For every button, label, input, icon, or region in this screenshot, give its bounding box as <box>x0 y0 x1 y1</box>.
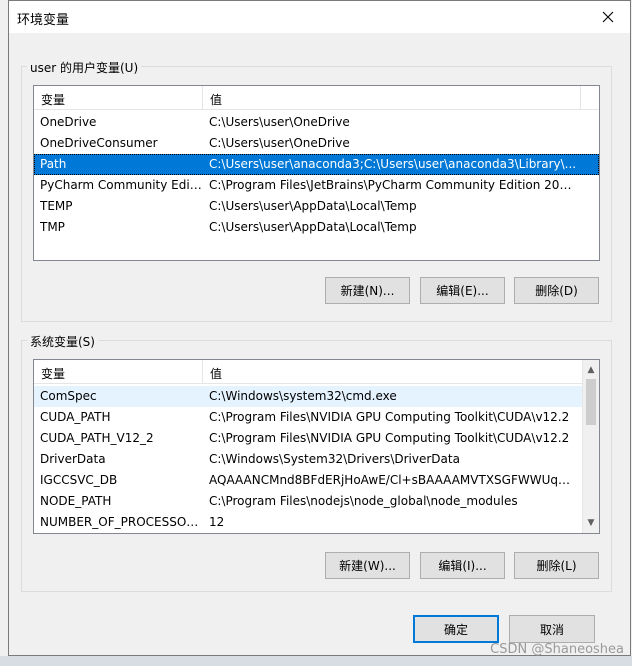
variable-name: TEMP <box>40 199 73 213</box>
column-header-value[interactable]: 值 <box>210 365 222 382</box>
variable-value: C:\Users\user\AppData\Local\Temp <box>209 199 417 213</box>
watermark: CSDN @Shaneoshea <box>490 642 624 657</box>
chevron-up-icon[interactable]: ▲ <box>583 362 599 378</box>
variable-value: AQAAANCMnd8BFdERjHoAwE/Cl+sBAAAAMVTXSGFW… <box>209 473 577 487</box>
system-variables-list[interactable]: 变量 值 ComSpec C:\Windows\system32\cmd.exe C… <box>33 359 600 534</box>
variable-name: DriverData <box>40 452 106 466</box>
variable-value: 12 <box>209 515 225 529</box>
variable-value: C:\Users\user\AppData\Local\Temp <box>209 220 417 234</box>
dialog-title: 环境变量 <box>17 13 70 28</box>
variable-name: OneDrive <box>40 115 97 129</box>
user-variables-list[interactable]: 变量 值 OneDrive C:\Users\user\OneDrive OneDr… <box>33 85 600 261</box>
variable-value: C:\Users\user\anaconda3;C:\Users\user\an… <box>209 157 577 171</box>
variable-value: C:\Program Files\JetBrains\PyCharm Commu… <box>209 178 577 192</box>
user-new-button[interactable]: 新建(N)... <box>325 277 410 304</box>
variable-value: C:\Windows\system32\cmd.exe <box>209 389 397 403</box>
table-row[interactable]: TMP C:\Users\user\AppData\Local\Temp <box>34 217 599 238</box>
cancel-button[interactable]: 取消 <box>509 615 595 643</box>
table-row[interactable]: DriverData C:\Windows\System32\Drivers\Dr… <box>34 449 582 470</box>
scrollbar-thumb[interactable] <box>586 379 596 425</box>
table-row[interactable]: OneDrive C:\Users\user\OneDrive <box>34 112 599 133</box>
table-row[interactable]: TEMP C:\Users\user\AppData\Local\Temp <box>34 196 599 217</box>
system-list-header: 变量 值 <box>34 360 599 384</box>
system-new-button[interactable]: 新建(W)... <box>325 552 410 579</box>
variable-value: C:\Users\user\OneDrive <box>209 115 350 129</box>
variable-name: NODE_PATH <box>40 494 112 508</box>
close-button[interactable] <box>586 1 630 33</box>
table-row[interactable]: NUMBER_OF_PROCESSORS 12 <box>34 512 582 533</box>
user-edit-button[interactable]: 编辑(E)... <box>420 277 505 304</box>
variable-value: C:\Windows\System32\Drivers\DriverData <box>209 452 460 466</box>
table-row[interactable]: CUDA_PATH_V12_2 C:\Program Files\NVIDIA G… <box>34 428 582 449</box>
variable-name: NUMBER_OF_PROCESSORS <box>40 515 202 529</box>
variable-name: TMP <box>40 220 65 234</box>
system-edit-button[interactable]: 编辑(I)... <box>420 552 505 579</box>
close-icon <box>602 11 614 23</box>
column-header-variable[interactable]: 变量 <box>41 365 65 382</box>
environment-variables-dialog: 环境变量 user 的用户变量(U) 变量 值 OneDrive C:\Users… <box>8 0 631 656</box>
user-variables-label: user 的用户变量(U) <box>27 59 142 76</box>
user-delete-button[interactable]: 删除(D) <box>514 277 599 304</box>
variable-value: C:\Program Files\NVIDIA GPU Computing To… <box>209 431 570 445</box>
table-row[interactable]: NODE_PATH C:\Program Files\nodejs\node_gl… <box>34 491 582 512</box>
variable-value: C:\Program Files\nodejs\node_global\node… <box>209 494 518 508</box>
table-row[interactable]: CUDA_PATH C:\Program Files\NVIDIA GPU Com… <box>34 407 582 428</box>
system-list-scrollbar[interactable]: ▲ ▼ <box>582 360 599 533</box>
variable-name: Path <box>40 157 67 171</box>
table-row[interactable]: PyCharm Community Editi... C:\Program Fil… <box>34 175 599 196</box>
variable-name: OneDriveConsumer <box>40 136 158 150</box>
chevron-down-icon[interactable]: ▼ <box>583 515 599 531</box>
variable-value: C:\Program Files\NVIDIA GPU Computing To… <box>209 410 570 424</box>
column-header-variable[interactable]: 变量 <box>41 91 65 108</box>
system-variables-label: 系统变量(S) <box>27 333 98 350</box>
variable-value: C:\Users\user\OneDrive <box>209 136 350 150</box>
table-row[interactable]: Path C:\Users\user\anaconda3;C:\Users\use… <box>34 154 599 175</box>
background-taskbar-strip <box>0 656 632 666</box>
title-bar: 环境变量 <box>9 1 630 33</box>
variable-name: CUDA_PATH_V12_2 <box>40 431 154 445</box>
user-list-header: 变量 值 <box>34 86 599 110</box>
variable-name: IGCCSVC_DB <box>40 473 118 487</box>
variable-name: PyCharm Community Editi... <box>40 178 202 192</box>
table-row[interactable]: OneDriveConsumer C:\Users\user\OneDrive <box>34 133 599 154</box>
table-row[interactable]: ComSpec C:\Windows\system32\cmd.exe <box>34 386 582 407</box>
system-delete-button[interactable]: 删除(L) <box>514 552 599 579</box>
ok-button[interactable]: 确定 <box>413 615 499 643</box>
variable-name: ComSpec <box>40 389 97 403</box>
table-row[interactable]: IGCCSVC_DB AQAAANCMnd8BFdERjHoAwE/Cl+sBAA… <box>34 470 582 491</box>
column-header-value[interactable]: 值 <box>210 91 222 108</box>
variable-name: CUDA_PATH <box>40 410 111 424</box>
